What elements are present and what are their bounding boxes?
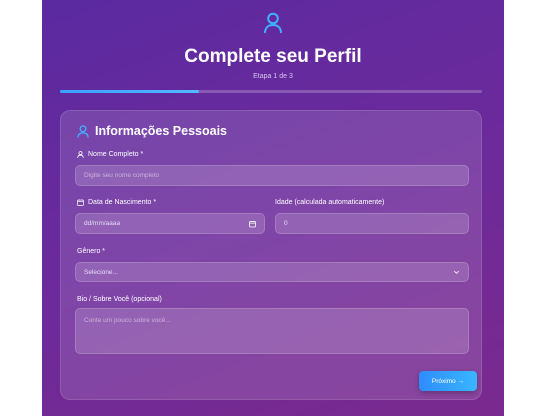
age-input: 0 <box>275 213 469 234</box>
gender-select[interactable]: Selecione... <box>75 262 469 282</box>
bio-label-text: Bio / Sobre Você (opcional) <box>77 296 162 303</box>
age-label: Idade (calculada automaticamente) <box>275 199 384 206</box>
step-indicator: Etapa 1 de 3 <box>253 73 293 80</box>
bio-textarea[interactable]: Conte um pouco sobre você... <box>75 308 469 354</box>
gender-label-text: Gênero * <box>77 248 106 255</box>
full-name-placeholder: Digite seu nome completo <box>84 172 160 179</box>
birth-date-value: dd/mm/aaaa <box>84 220 121 227</box>
birth-date-label-text: Data de Nascimento * <box>88 199 157 206</box>
progress-bar <box>60 90 482 93</box>
bio-placeholder: Conte um pouco sobre você... <box>84 317 171 324</box>
section-title: Informações Pessoais <box>77 124 227 138</box>
user-icon <box>77 151 84 158</box>
progress-fill <box>60 90 200 93</box>
user-icon <box>264 12 282 34</box>
section-title-text: Informações Pessoais <box>95 124 228 138</box>
age-value: 0 <box>284 220 288 227</box>
chevron-down-icon <box>454 270 459 274</box>
full-name-label: Nome Completo * <box>77 151 143 158</box>
page-title: Complete seu Perfil <box>184 46 362 67</box>
gender-selected-value: Selecione... <box>84 268 118 276</box>
gender-label: Gênero * <box>77 248 105 255</box>
profile-page: Complete seu Perfil Etapa 1 de 3 Informa… <box>42 0 504 416</box>
user-icon <box>77 124 89 138</box>
next-button[interactable]: Próximo → <box>419 371 477 391</box>
birth-date-input[interactable]: dd/mm/aaaa <box>75 213 265 234</box>
full-name-label-text: Nome Completo * <box>88 151 144 158</box>
bio-label: Bio / Sobre Você (opcional) <box>77 296 162 303</box>
age-label-text: Idade (calculada automaticamente) <box>275 199 385 206</box>
calendar-icon[interactable] <box>249 220 256 227</box>
full-name-input[interactable]: Digite seu nome completo <box>75 165 469 186</box>
birth-date-label: Data de Nascimento * <box>77 199 156 206</box>
calendar-icon <box>77 199 84 206</box>
personal-info-card: Informações Pessoais Nome Completo * Dig… <box>60 110 482 400</box>
